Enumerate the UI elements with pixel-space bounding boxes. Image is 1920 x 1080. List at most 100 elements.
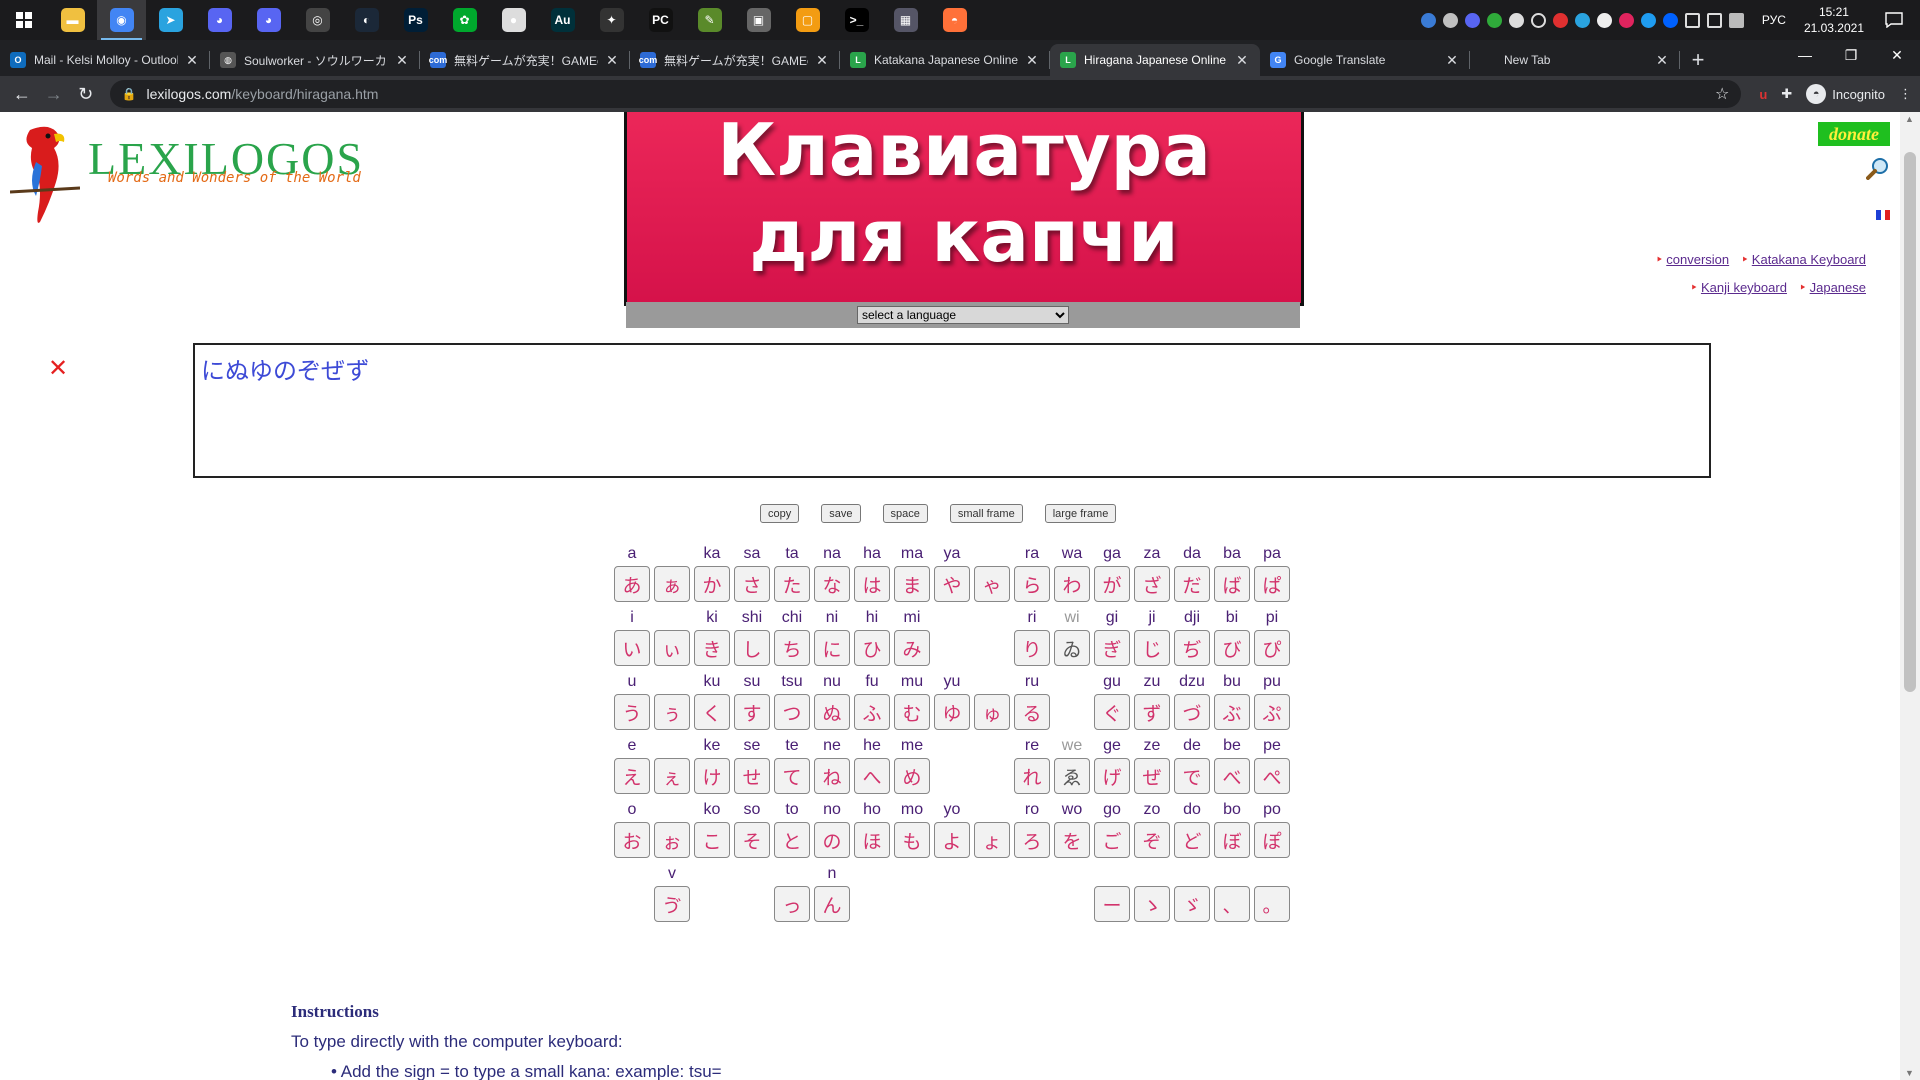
kana-key[interactable]: り — [1014, 630, 1050, 666]
kana-key[interactable]: ぴ — [1254, 630, 1290, 666]
kana-key[interactable]: や — [934, 566, 970, 602]
browser-tab[interactable]: com 無料ゲームが充実！GAMEcom ✕ — [420, 44, 630, 76]
browser-tab[interactable]: G Google Translate ✕ — [1260, 44, 1470, 76]
browser-tab[interactable]: New Tab ✕ — [1470, 44, 1680, 76]
tray-dropbox-icon[interactable] — [1662, 12, 1678, 28]
telegram-icon[interactable]: ➤ — [146, 0, 195, 40]
browser-tab[interactable]: com 無料ゲームが充実！GAMEcom ✕ — [630, 44, 840, 76]
file-explorer-icon[interactable]: ▬ — [48, 0, 97, 40]
tray-app-icon[interactable] — [1508, 12, 1524, 28]
kana-key[interactable]: ぁ — [654, 566, 690, 602]
kana-key[interactable]: づ — [1174, 694, 1210, 730]
kana-key[interactable]: も — [894, 822, 930, 858]
kana-key[interactable]: ぎ — [1094, 630, 1130, 666]
tray-app-icon[interactable] — [1552, 12, 1568, 28]
kana-key[interactable]: ず — [1134, 694, 1170, 730]
kana-key[interactable]: ふ — [854, 694, 890, 730]
kana-key[interactable]: る — [1014, 694, 1050, 730]
kana-key[interactable]: ぞ — [1134, 822, 1170, 858]
kana-key[interactable]: よ — [934, 822, 970, 858]
obs-icon[interactable]: ◎ — [293, 0, 342, 40]
kana-key[interactable]: ま — [894, 566, 930, 602]
tab-close-icon[interactable]: ✕ — [1444, 52, 1460, 69]
tray-network-icon[interactable] — [1706, 12, 1722, 28]
kana-key[interactable]: ち — [774, 630, 810, 666]
kana-key[interactable]: ら — [1014, 566, 1050, 602]
bookmark-star-icon[interactable]: ☆ — [1715, 84, 1729, 104]
kana-key[interactable]: 。 — [1254, 886, 1290, 922]
kana-key[interactable]: せ — [734, 758, 770, 794]
kana-key[interactable]: な — [814, 566, 850, 602]
box-icon[interactable]: ▢ — [783, 0, 832, 40]
notepad-icon[interactable]: ✎ — [685, 0, 734, 40]
minimize-icon[interactable]: — — [1782, 40, 1828, 70]
browser-tab[interactable]: L Hiragana Japanese Online K ✕ — [1050, 44, 1260, 76]
scroll-up-arrow-icon[interactable]: ▲ — [1905, 114, 1914, 124]
clear-text-icon[interactable]: ✕ — [48, 354, 68, 383]
evernote-icon[interactable]: ✿ — [440, 0, 489, 40]
language-select[interactable]: select a language — [857, 306, 1069, 324]
lexilogos-logo[interactable]: LEXILOGOS Words and Wonders of the World — [10, 122, 380, 242]
kana-key[interactable]: は — [854, 566, 890, 602]
kana-key[interactable]: ざ — [1134, 566, 1170, 602]
kana-key[interactable]: く — [694, 694, 730, 730]
chrome-menu-icon[interactable]: ⋮ — [1899, 86, 1912, 102]
kana-key[interactable]: ゅ — [974, 694, 1010, 730]
tray-app-icon[interactable] — [1420, 12, 1436, 28]
kana-key[interactable]: さ — [734, 566, 770, 602]
tray-app-icon[interactable] — [1486, 12, 1502, 28]
kana-key[interactable]: に — [814, 630, 850, 666]
kana-key[interactable]: ぬ — [814, 694, 850, 730]
kana-key[interactable]: じ — [1134, 630, 1170, 666]
kana-key[interactable]: を — [1054, 822, 1090, 858]
tray-discord-icon[interactable] — [1464, 12, 1480, 28]
large-frame-button[interactable]: large frame — [1044, 504, 1117, 523]
kana-key[interactable]: ひ — [854, 630, 890, 666]
kana-key[interactable]: ど — [1174, 822, 1210, 858]
kana-key[interactable]: ぢ — [1174, 630, 1210, 666]
kana-key[interactable]: き — [694, 630, 730, 666]
discord-icon[interactable]: ◕ — [195, 0, 244, 40]
browser-tab[interactable]: L Katakana Japanese Online K ✕ — [840, 44, 1050, 76]
kana-key[interactable]: っ — [774, 886, 810, 922]
kana-key[interactable]: ゔ — [654, 886, 690, 922]
incognito-profile-button[interactable]: ◓ Incognito — [1806, 84, 1885, 104]
kana-key[interactable]: ゃ — [974, 566, 1010, 602]
kana-key[interactable]: ぼ — [1214, 822, 1250, 858]
tab-close-icon[interactable]: ✕ — [1024, 52, 1040, 69]
kana-key[interactable]: み — [894, 630, 930, 666]
kana-key[interactable]: し — [734, 630, 770, 666]
copy-button[interactable]: copy — [760, 504, 800, 523]
kana-key[interactable]: だ — [1174, 566, 1210, 602]
discord-ptb-icon[interactable]: ◕ — [244, 0, 293, 40]
notification-center-icon[interactable] — [1874, 0, 1914, 40]
tab-close-icon[interactable]: ✕ — [814, 52, 830, 69]
kana-key[interactable]: ゝ — [1134, 886, 1170, 922]
kana-key[interactable]: こ — [694, 822, 730, 858]
tray-app-icon[interactable] — [1618, 12, 1634, 28]
kana-text-editor[interactable] — [193, 343, 1711, 478]
kana-key[interactable]: ば — [1214, 566, 1250, 602]
forward-arrow-icon[interactable]: → — [40, 80, 68, 108]
kana-key[interactable]: ぅ — [654, 694, 690, 730]
pycharm-icon[interactable]: PC — [636, 0, 685, 40]
kana-key[interactable]: け — [694, 758, 730, 794]
kana-key[interactable]: て — [774, 758, 810, 794]
kana-key[interactable]: ぱ — [1254, 566, 1290, 602]
kana-key[interactable]: す — [734, 694, 770, 730]
tray-app-icon[interactable] — [1442, 12, 1458, 28]
tab-close-icon[interactable]: ✕ — [184, 52, 200, 69]
tray-volume-icon[interactable] — [1728, 12, 1744, 28]
back-arrow-icon[interactable]: ← — [8, 80, 36, 108]
kana-key[interactable]: わ — [1054, 566, 1090, 602]
kana-key[interactable]: ぐ — [1094, 694, 1130, 730]
kana-key[interactable]: ん — [814, 886, 850, 922]
chrome-icon[interactable]: ◉ — [97, 0, 146, 40]
link-conversion[interactable]: conversion — [1656, 252, 1729, 267]
new-tab-button[interactable]: + — [1680, 44, 1716, 76]
tray-telegram-icon[interactable] — [1574, 12, 1590, 28]
close-window-icon[interactable]: ✕ — [1874, 40, 1920, 70]
tab-close-icon[interactable]: ✕ — [1654, 52, 1670, 69]
windows-start-icon[interactable] — [0, 0, 48, 40]
kana-key[interactable]: ぺ — [1254, 758, 1290, 794]
